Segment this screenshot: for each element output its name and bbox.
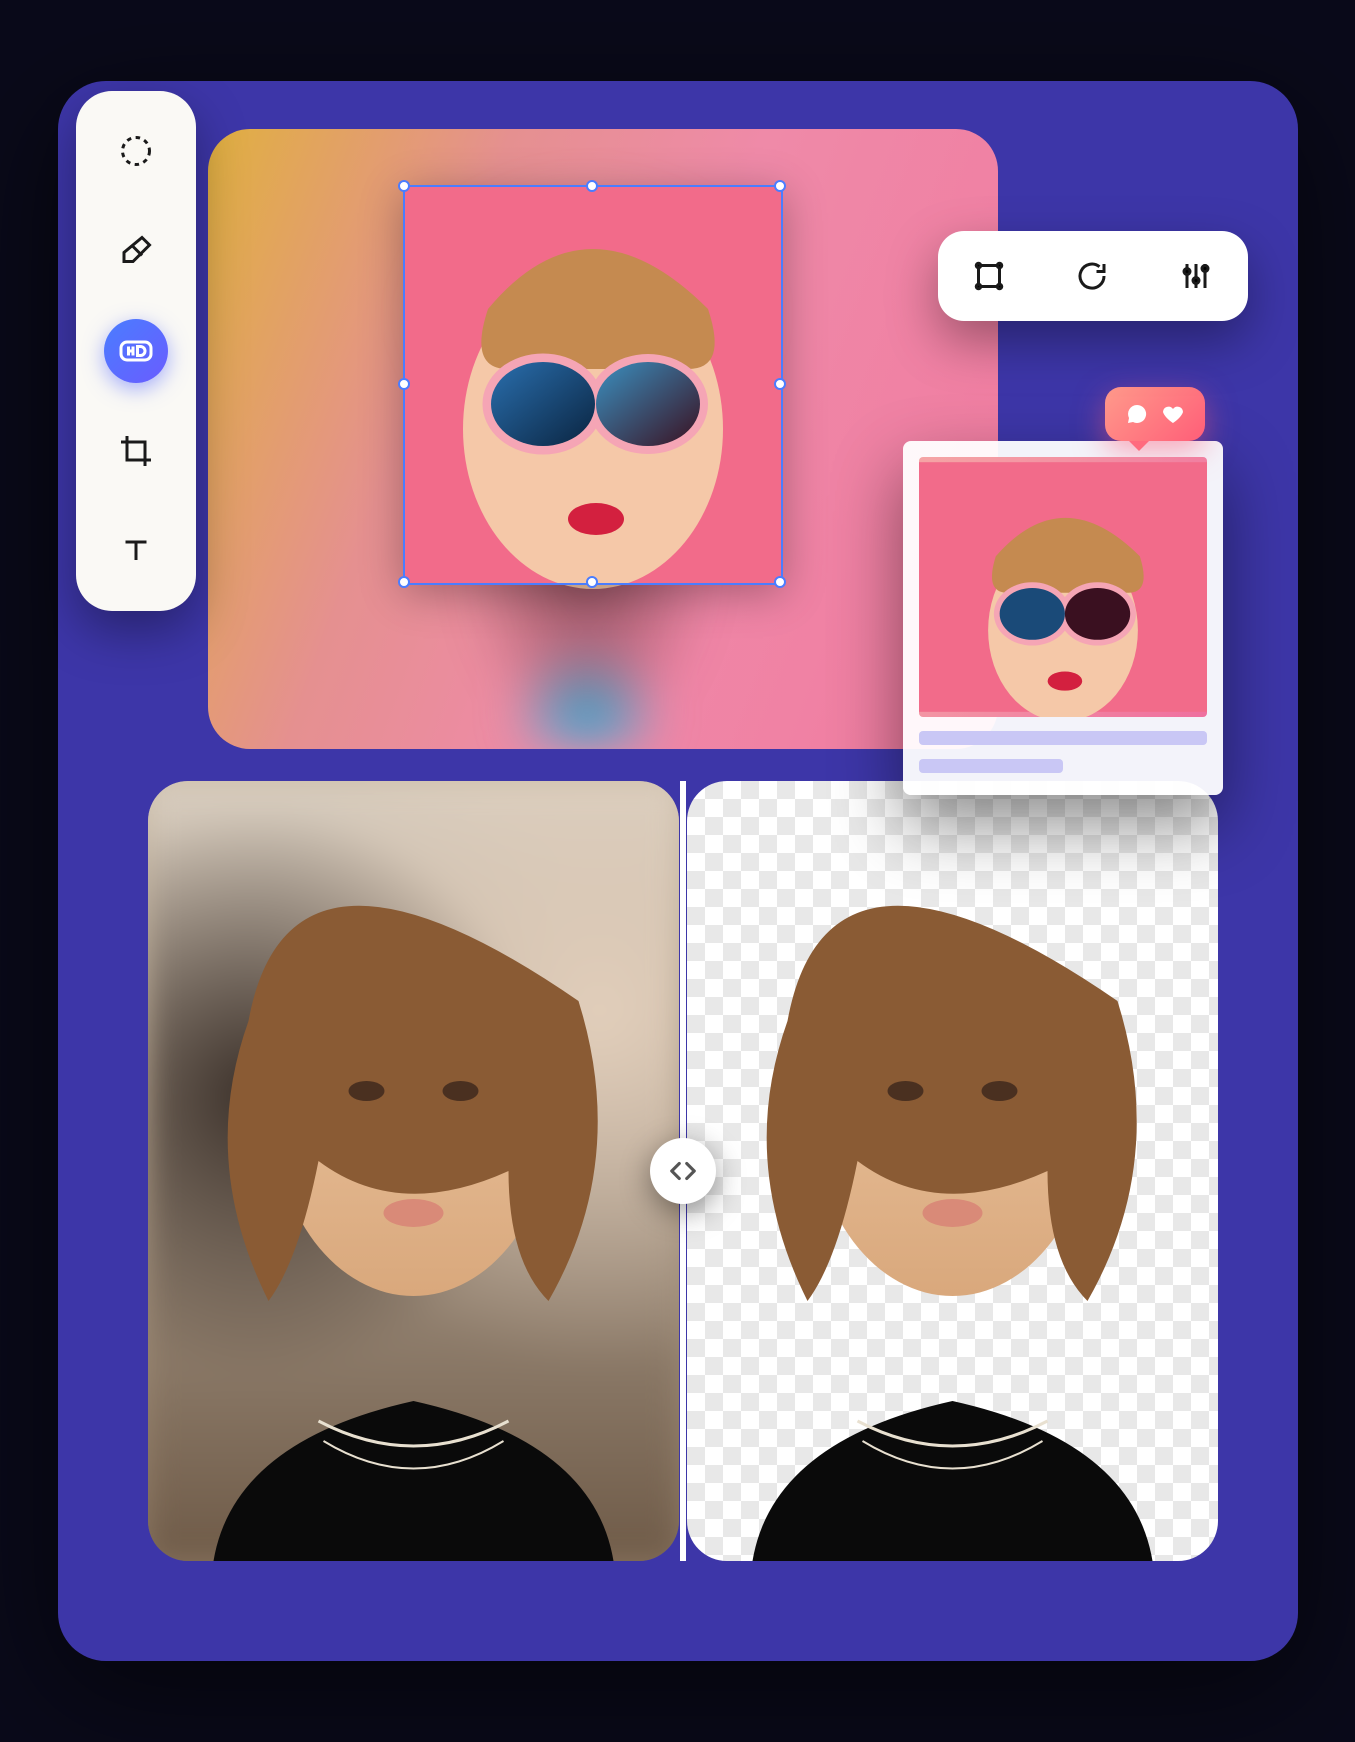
selection-handle-tl[interactable]: [398, 180, 410, 192]
slider-arrows-icon: [668, 1156, 698, 1186]
hd-icon: [118, 333, 154, 369]
ai-effects-tool[interactable]: [104, 119, 168, 183]
editor-showcase: HD: [58, 81, 1298, 1661]
selection-handle-tr[interactable]: [774, 180, 786, 192]
selection-handle-bl[interactable]: [398, 576, 410, 588]
floating-action-bar: [938, 231, 1248, 321]
selection-handle-cl[interactable]: [398, 378, 410, 390]
adjust-action[interactable]: [1175, 255, 1217, 297]
comparison-original[interactable]: [148, 781, 679, 1561]
sliders-icon: [1178, 258, 1214, 294]
bg-removal-comparison: [148, 781, 1218, 1561]
heart-icon: [1161, 402, 1185, 426]
frame-action[interactable]: [968, 255, 1010, 297]
hd-enhance-tool[interactable]: HD: [104, 319, 168, 383]
preview-text-placeholder-short: [919, 759, 1063, 773]
selection-handle-tc[interactable]: [586, 180, 598, 192]
selection-handle-bc[interactable]: [586, 576, 598, 588]
crop-tool[interactable]: [104, 419, 168, 483]
cutout-subject: [687, 781, 1218, 1561]
preview-subject-illustration: [919, 457, 1207, 717]
selection-handle-cr[interactable]: [774, 378, 786, 390]
rotate-icon: [1074, 258, 1110, 294]
crop-icon: [118, 433, 154, 469]
comparison-removed-bg[interactable]: [687, 781, 1218, 1561]
rotate-action[interactable]: [1071, 255, 1113, 297]
frame-icon: [971, 258, 1007, 294]
reaction-bubble: [1105, 387, 1205, 441]
crop-selection[interactable]: [403, 185, 783, 585]
preview-thumbnail[interactable]: [919, 457, 1207, 717]
preview-text-placeholder: [919, 731, 1207, 745]
social-preview-card: [903, 441, 1223, 795]
selection-handle-br[interactable]: [774, 576, 786, 588]
comment-icon: [1125, 402, 1149, 426]
sparkle-circle-icon: [118, 133, 154, 169]
eraser-tool[interactable]: [104, 219, 168, 283]
text-tool[interactable]: [104, 519, 168, 583]
canvas-preview[interactable]: [208, 129, 998, 749]
vertical-toolbar: HD: [76, 91, 196, 611]
comparison-slider-handle[interactable]: [650, 1138, 716, 1204]
original-subject: [148, 781, 679, 1561]
eraser-icon: [118, 233, 154, 269]
text-icon: [118, 533, 154, 569]
